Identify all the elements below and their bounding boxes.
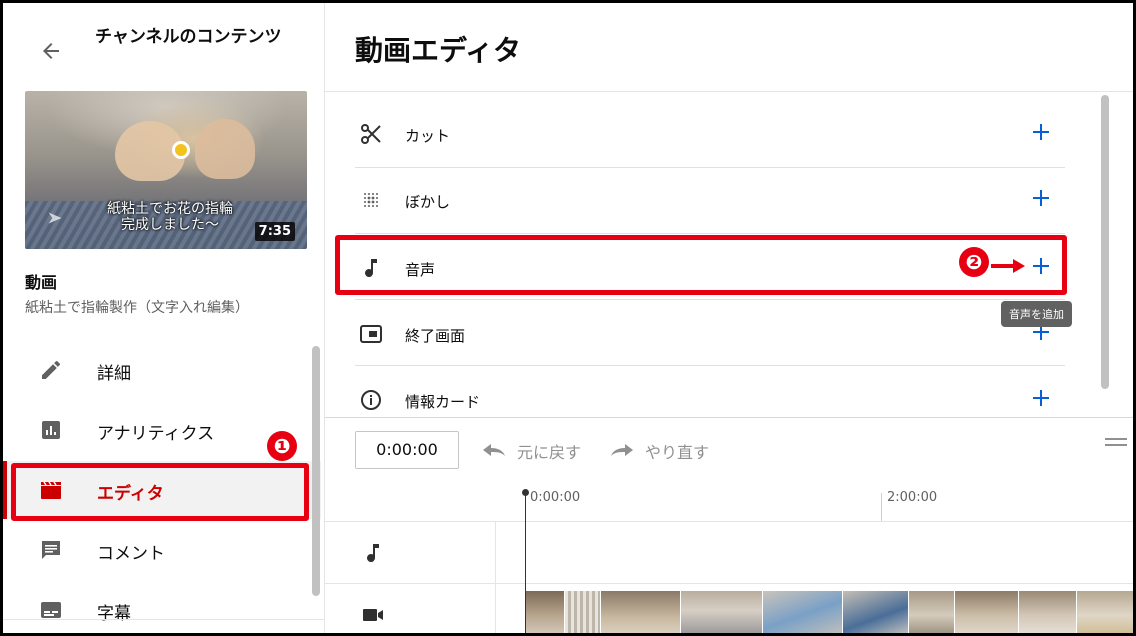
menu-icon[interactable] <box>1105 435 1127 449</box>
divider <box>355 299 1065 300</box>
divider <box>3 619 325 620</box>
tool-label: カット <box>405 127 451 145</box>
video-filmstrip[interactable] <box>525 591 1133 633</box>
playhead[interactable] <box>525 491 526 633</box>
undo-icon <box>483 444 505 456</box>
scissors-icon <box>361 124 381 144</box>
tool-label: 終了画面 <box>405 327 466 345</box>
sidebar-item-label: 字幕 <box>97 604 131 624</box>
info-icon <box>361 390 381 410</box>
sidebar-item-subtitles[interactable]: 字幕 <box>3 581 321 633</box>
sidebar-item-details[interactable]: 詳細 <box>3 341 321 399</box>
comment-icon <box>42 541 60 559</box>
tooltip-add-audio: 音声を追加 <box>1001 301 1072 327</box>
pencil-icon <box>42 360 61 379</box>
play-icon <box>48 212 62 224</box>
video-section-label: 動画 <box>25 273 58 292</box>
annotation-badge-1: ❶ <box>267 431 297 461</box>
sidebar: チャンネルのコンテンツ 紙粘土でお花の指輪 完成しました〜 7:35 動画 紙粘… <box>3 3 325 633</box>
add-cut-plus-icon[interactable] <box>1029 120 1053 144</box>
add-info-card-plus-icon[interactable] <box>1029 386 1053 410</box>
main-panel: 動画エディタ カット ぼかし 音声 終了画面 情報カード 音声を追加 0:00:… <box>325 3 1133 633</box>
tool-label: 情報カード <box>405 393 481 411</box>
screen: チャンネルのコンテンツ 紙粘土でお花の指輪 完成しました〜 7:35 動画 紙粘… <box>0 0 1136 636</box>
highlight-box-editor <box>11 463 309 521</box>
video-thumbnail[interactable]: 紙粘土でお花の指輪 完成しました〜 7:35 <box>25 91 307 249</box>
timecode-input[interactable]: 0:00:00 <box>355 431 459 469</box>
sidebar-item-label: コメント <box>97 544 165 564</box>
divider <box>355 233 1065 234</box>
sidebar-scrollbar[interactable] <box>312 346 320 596</box>
tool-row-info-card[interactable]: 情報カード <box>345 367 1065 433</box>
ruler-tick <box>881 493 882 521</box>
add-blur-plus-icon[interactable] <box>1029 186 1053 210</box>
sidebar-item-label: アナリティクス <box>97 424 215 444</box>
divider <box>325 417 1133 418</box>
video-name: 紙粘土で指輪製作（文字入れ編集） <box>25 300 249 316</box>
ruler-label: 2:00:00 <box>887 490 938 505</box>
tool-row-end-screen[interactable]: 終了画面 <box>345 301 1065 367</box>
video-duration: 7:35 <box>254 222 295 241</box>
end-screen-icon <box>360 325 382 343</box>
divider <box>355 365 1065 366</box>
tool-row-cut[interactable]: カット <box>345 101 1065 167</box>
sidebar-item-label: 詳細 <box>97 364 131 384</box>
page-title: 動画エディタ <box>355 34 522 67</box>
playhead-handle[interactable] <box>522 489 529 496</box>
highlight-box-audio <box>335 235 1067 295</box>
tool-row-blur[interactable]: ぼかし <box>345 167 1065 233</box>
audio-track-icon <box>367 544 379 563</box>
redo-icon <box>611 444 633 456</box>
analytics-icon <box>42 421 60 439</box>
tool-label: ぼかし <box>405 193 451 211</box>
redo-label: やり直す <box>645 443 710 462</box>
video-track-icon <box>363 609 383 621</box>
sidebar-title: チャンネルのコンテンツ <box>95 27 282 47</box>
sidebar-item-comments[interactable]: コメント <box>3 521 321 579</box>
thumbnail-caption: 紙粘土でお花の指輪 完成しました〜 <box>107 201 233 233</box>
divider <box>495 521 496 633</box>
divider <box>325 91 1133 92</box>
divider <box>325 521 1133 522</box>
back-arrow-icon[interactable] <box>39 39 63 63</box>
undo-label: 元に戻す <box>517 443 582 462</box>
ruler-label: 0:00:00 <box>530 490 581 505</box>
annotation-badge-2: ❷ <box>959 247 989 277</box>
annotation-arrow-icon <box>991 259 1025 273</box>
tools-scrollbar[interactable] <box>1101 95 1109 389</box>
blur-icon <box>364 193 378 207</box>
divider <box>325 583 1133 584</box>
